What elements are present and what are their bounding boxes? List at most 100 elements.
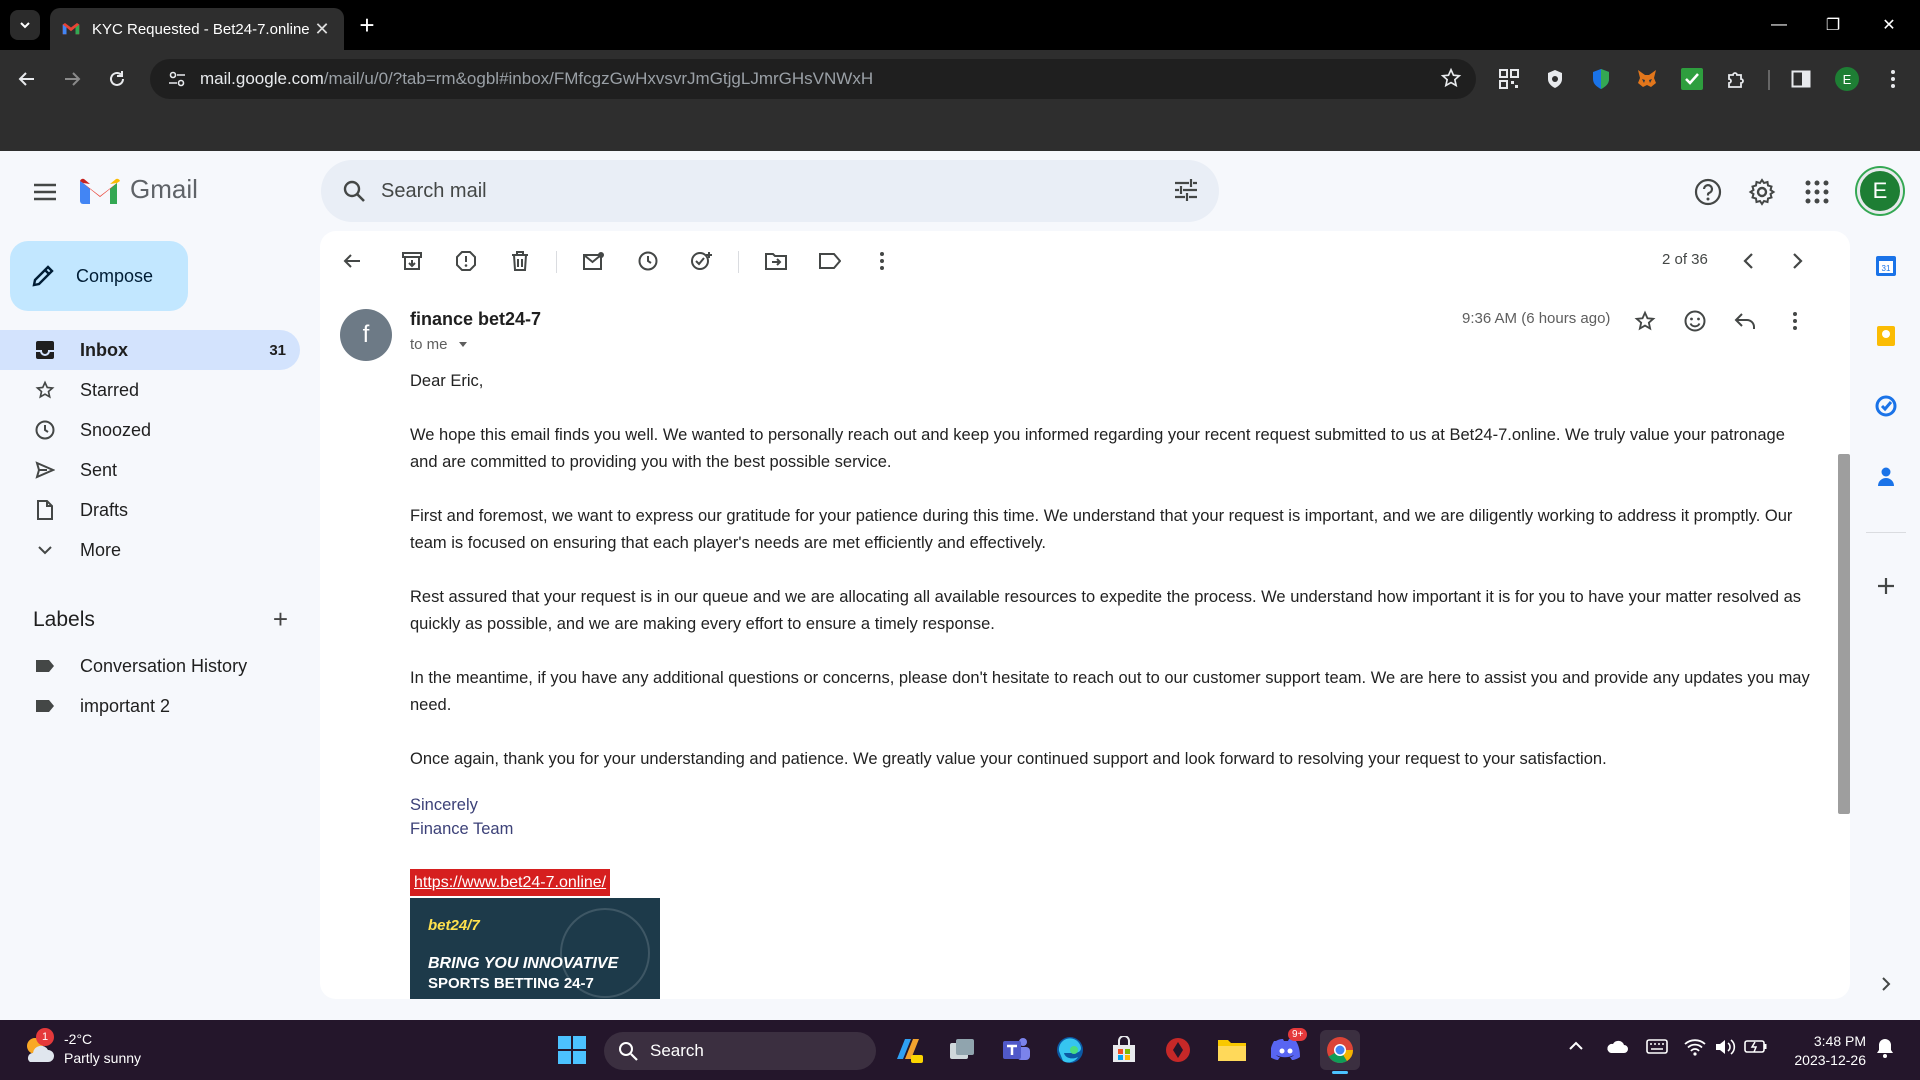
sender-name[interactable]: finance bet24-7 xyxy=(410,309,541,330)
label-item[interactable]: Conversation History xyxy=(0,646,300,686)
account-avatar[interactable]: E xyxy=(1857,168,1903,214)
task-view-icon[interactable] xyxy=(942,1030,982,1070)
address-bar[interactable]: mail.google.com/mail/u/0/?tab=rm&ogbl#in… xyxy=(150,59,1476,99)
shield-extension-icon[interactable] xyxy=(1584,62,1618,96)
weather-widget[interactable]: 1 -2°C Partly sunny xyxy=(22,1028,141,1068)
side-panel-icon[interactable] xyxy=(1784,62,1818,96)
gmail-logo[interactable]: Gmail xyxy=(80,174,198,205)
checkmark-extension-icon[interactable] xyxy=(1675,62,1709,96)
main-menu-button[interactable] xyxy=(28,175,62,209)
microsoft-store-icon[interactable] xyxy=(1104,1030,1144,1070)
contacts-icon[interactable] xyxy=(1870,460,1902,492)
privacy-extension-icon[interactable] xyxy=(1538,62,1572,96)
message-scrollbar[interactable] xyxy=(1838,454,1850,814)
nav-item-inbox[interactable]: Inbox 31 xyxy=(0,330,300,370)
add-reaction-button[interactable] xyxy=(1677,303,1713,339)
search-input[interactable] xyxy=(381,179,1141,203)
site-info-icon[interactable] xyxy=(162,70,192,88)
profile-avatar[interactable]: E xyxy=(1830,62,1864,96)
reply-button[interactable] xyxy=(1727,303,1763,339)
report-spam-button[interactable] xyxy=(448,243,484,279)
labels-button[interactable] xyxy=(812,243,848,279)
back-to-inbox-button[interactable] xyxy=(334,243,370,279)
nav-item-sent[interactable]: Sent xyxy=(0,450,300,490)
file-explorer-icon[interactable] xyxy=(1212,1030,1252,1070)
browser-tab[interactable]: KYC Requested - Bet24-7.online ✕ xyxy=(50,8,344,50)
google-apps-icon[interactable] xyxy=(1797,172,1837,212)
security-app-icon[interactable] xyxy=(1158,1030,1198,1070)
nav-item-starred[interactable]: Starred xyxy=(0,370,300,410)
show-hidden-icons-icon[interactable] xyxy=(1568,1038,1584,1059)
edge-browser-icon[interactable] xyxy=(1050,1030,1090,1070)
reload-button[interactable] xyxy=(100,62,134,96)
mark-unread-button[interactable] xyxy=(576,243,612,279)
search-icon[interactable] xyxy=(337,179,371,203)
nav-item-snoozed[interactable]: Snoozed xyxy=(0,410,300,450)
newer-button[interactable] xyxy=(1730,243,1766,279)
forward-button[interactable] xyxy=(55,62,89,96)
start-button[interactable] xyxy=(552,1030,592,1070)
chrome-taskbar-icon[interactable] xyxy=(1320,1030,1360,1074)
clock-time: 3:48 PM xyxy=(1813,1033,1866,1049)
recipient-details[interactable]: to me xyxy=(410,336,468,353)
compose-button[interactable]: Compose xyxy=(10,241,188,311)
onedrive-cloud-icon[interactable] xyxy=(1606,1038,1628,1059)
body-paragraph: First and foremost, we want to express o… xyxy=(410,507,1793,552)
message-more-button[interactable] xyxy=(1777,303,1813,339)
discord-icon[interactable]: 9+ xyxy=(1266,1028,1308,1070)
weather-badge: 1 xyxy=(36,1028,54,1046)
sender-avatar[interactable]: f xyxy=(340,309,392,361)
arrow-left-icon xyxy=(343,254,360,268)
older-button[interactable] xyxy=(1780,243,1816,279)
battery-icon[interactable] xyxy=(1744,1038,1768,1059)
tab-search-button[interactable] xyxy=(10,10,40,40)
tasks-icon[interactable] xyxy=(1870,390,1902,422)
side-panel-toggle-icon[interactable] xyxy=(1870,968,1902,1000)
url-text: mail.google.com/mail/u/0/?tab=rm&ogbl#in… xyxy=(200,69,874,88)
label-item[interactable]: important 2 xyxy=(0,686,300,726)
archive-button[interactable] xyxy=(394,243,430,279)
taskbar-search[interactable]: Search xyxy=(604,1032,876,1070)
copilot-icon[interactable] xyxy=(888,1030,928,1070)
close-window-button[interactable]: ✕ xyxy=(1866,0,1912,50)
svg-text:31: 31 xyxy=(1882,264,1891,273)
calendar-icon[interactable]: 31 xyxy=(1870,250,1902,282)
qr-code-icon[interactable] xyxy=(1492,62,1526,96)
website-link[interactable]: https://www.bet24-7.online/ xyxy=(414,874,606,891)
keyboard-icon[interactable] xyxy=(1646,1038,1668,1059)
metamask-fox-icon[interactable] xyxy=(1630,62,1664,96)
add-label-button[interactable]: + xyxy=(273,604,288,635)
get-addons-icon[interactable] xyxy=(1870,570,1902,602)
toolbar-divider xyxy=(738,251,739,273)
tab-close-icon[interactable]: ✕ xyxy=(312,19,332,40)
search-options-icon[interactable] xyxy=(1173,177,1199,208)
nav-label: Starred xyxy=(80,379,140,400)
restore-button[interactable]: ❐ xyxy=(1810,0,1856,50)
support-icon[interactable] xyxy=(1688,172,1728,212)
toolbar-divider xyxy=(556,251,557,273)
delete-button[interactable] xyxy=(502,243,538,279)
volume-icon[interactable] xyxy=(1714,1038,1736,1061)
keep-icon[interactable] xyxy=(1870,320,1902,352)
teams-icon[interactable] xyxy=(996,1030,1036,1070)
snooze-button[interactable] xyxy=(630,243,666,279)
back-button[interactable] xyxy=(10,62,44,96)
browser-menu-icon[interactable] xyxy=(1876,62,1910,96)
more-actions-button[interactable] xyxy=(864,243,900,279)
system-clock[interactable]: 3:48 PM 2023-12-26 xyxy=(1786,1032,1866,1070)
extensions-puzzle-icon[interactable] xyxy=(1720,62,1754,96)
nav-item-drafts[interactable]: Drafts xyxy=(0,490,300,530)
settings-gear-icon[interactable] xyxy=(1742,172,1782,212)
minimize-button[interactable]: — xyxy=(1756,0,1802,50)
gmail-favicon-icon xyxy=(62,23,80,35)
move-to-button[interactable] xyxy=(758,243,794,279)
bookmark-star-icon[interactable] xyxy=(1440,67,1462,94)
promo-banner-image[interactable]: bet24/7 BRING YOU INNOVATIVE SPORTS BETT… xyxy=(410,898,660,999)
wifi-icon[interactable] xyxy=(1684,1038,1706,1061)
add-to-tasks-button[interactable] xyxy=(684,243,720,279)
nav-item-more[interactable]: More xyxy=(0,530,300,570)
star-message-button[interactable] xyxy=(1627,303,1663,339)
notification-bell-icon[interactable] xyxy=(1876,1038,1894,1063)
new-tab-button[interactable]: + xyxy=(352,10,382,40)
search-bar[interactable] xyxy=(321,160,1219,222)
